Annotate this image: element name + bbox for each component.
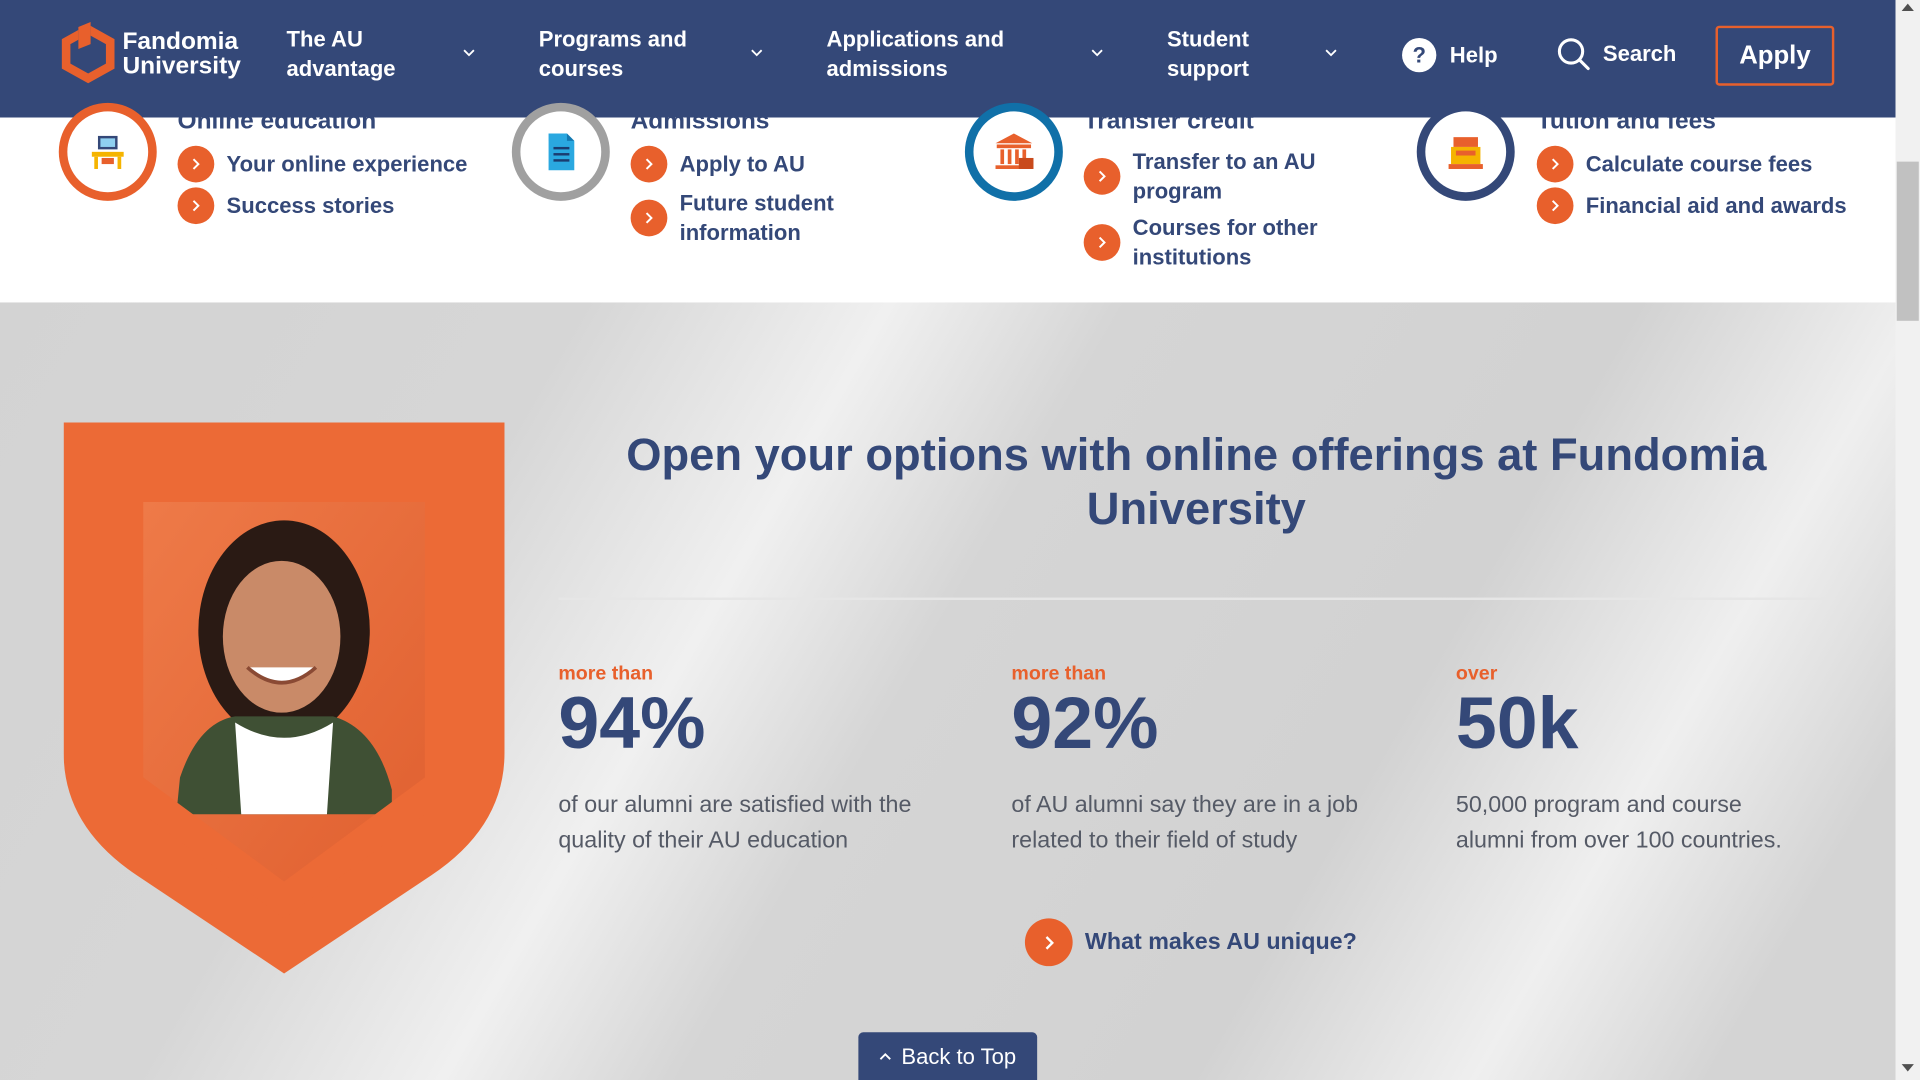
link-label: Your online experience [226,151,468,177]
headline-line1: Open your options with online offerings … [626,429,1767,481]
quick-links-strip: Online education Your online experience … [0,102,1896,303]
cash-register-icon [1416,102,1515,201]
nav-student-support[interactable]: Student support [1167,24,1249,83]
what-makes-au-unique-link[interactable]: What makes AU unique? [1024,918,1357,967]
section-headline: Open your options with online offerings … [558,429,1834,537]
institution-icon [964,102,1063,201]
search-label: Search [1602,41,1677,66]
stat-alumni-count: over 50k 50,000 program and course alumn… [1456,662,1782,858]
scrollbar-thumb[interactable] [1896,161,1919,321]
nav-label-line2: advantage [286,56,396,81]
search-link[interactable]: Search [1556,37,1676,71]
chevron-up-icon [879,1052,892,1060]
stat-employment: more than 92% of AU alumni say they are … [1011,662,1358,858]
logo-name-line2: University [122,52,241,80]
chevron-down-icon[interactable] [1091,47,1103,59]
svg-text:?: ? [1412,42,1425,67]
link-success-stories[interactable]: Success stories [177,187,395,225]
link-label: Apply to AU [679,151,805,177]
nav-label-line1: Programs and [538,26,688,52]
help-label: Help [1449,42,1498,67]
site-header: Fandomia University The AU advantage Prog… [0,0,1896,118]
stats-section: Open your options with online offerings … [0,302,1896,1080]
link-label: Future student information [679,191,834,245]
divider [558,597,1835,601]
stat-desc-line2: related to their field of study [1011,827,1298,854]
document-icon [511,102,610,201]
help-icon: ? [1402,37,1437,73]
arrow-right-icon [1536,187,1574,225]
nav-au-advantage[interactable]: The AU advantage [287,24,396,83]
back-to-top-label: Back to Top [901,1043,1017,1069]
back-to-top-button[interactable]: Back to Top [858,1032,1038,1080]
logo-hexagon-icon [61,22,115,84]
stat-desc-line2: quality of their AU education [558,827,849,854]
arrow-right-icon [177,145,215,183]
arrow-right-icon [1083,224,1121,261]
link-your-online-experience[interactable]: Your online experience [177,145,468,183]
scroll-up-arrow-icon[interactable] [1901,3,1914,12]
stat-desc-line1: of AU alumni say they are in a job [1011,792,1359,818]
arrow-right-icon [177,187,215,225]
nav-label-line1: The AU [286,26,363,52]
arrow-right-icon [1024,918,1073,967]
stat-desc-line1: 50,000 program and course [1455,792,1742,818]
search-icon [1557,38,1590,71]
computer-desk-icon [58,102,157,201]
link-courses-for-other-institutions[interactable]: Courses for other institutions [1083,213,1329,272]
apply-button[interactable]: Apply [1715,25,1835,86]
link-apply-to-au[interactable]: Apply to AU [630,145,805,183]
link-label: Success stories [226,193,395,218]
nav-label-line2: admissions [826,56,948,81]
nav-label-line2: courses [538,56,624,81]
quick-title-online-education: Online education [177,107,377,135]
link-future-student-information[interactable]: Future student information [630,189,851,248]
stat-value: 92% [1011,682,1159,765]
link-financial-aid-awards[interactable]: Financial aid and awards [1536,187,1847,225]
quick-title-admissions: Admissions [630,107,770,135]
cta-label: What makes AU unique? [1084,928,1357,955]
chevron-down-icon[interactable] [463,47,475,59]
chevron-down-icon[interactable] [751,47,763,59]
link-label: Financial aid and awards [1585,193,1847,218]
link-label: Calculate course fees [1585,151,1813,177]
arrow-right-icon [1536,145,1574,183]
arrow-right-icon [630,145,668,183]
nav-label-line1: Student [1166,26,1249,52]
scroll-down-arrow-icon[interactable] [1901,1064,1914,1072]
chevron-down-icon[interactable] [1325,47,1337,59]
stat-value: 50k [1455,682,1579,765]
arrow-right-icon [1083,157,1121,195]
stat-satisfaction: more than 94% of our alumni are satisfie… [558,662,911,858]
nav-label-line2: support [1166,56,1249,81]
quick-title-tuition-fees: Tution and fees [1536,107,1716,135]
logo-name-line1: Fandomia [122,28,239,56]
nav-programs-courses[interactable]: Programs and courses [539,24,687,83]
student-photo-shield [63,422,505,974]
site-logo[interactable]: Fandomia University [61,22,241,86]
quick-title-transfer-credit: Transfer credit [1083,107,1254,135]
stat-value: 94% [558,682,706,765]
link-label: Transfer to an AU program [1132,149,1316,204]
link-calculate-course-fees[interactable]: Calculate course fees [1536,145,1813,183]
stat-desc-line2: alumni from over 100 countries. [1455,827,1782,854]
arrow-right-icon [630,199,668,237]
stat-desc-line1: of our alumni are satisfied with the [558,792,912,818]
nav-label-line1: Applications and [826,26,1005,52]
nav-applications-admissions[interactable]: Applications and admissions [827,24,1005,83]
headline-line2: University [1086,483,1306,534]
link-transfer-to-au-program[interactable]: Transfer to an AU program [1083,147,1329,206]
link-label: Courses for other institutions [1132,215,1318,270]
help-link[interactable]: ? Help [1401,37,1498,74]
